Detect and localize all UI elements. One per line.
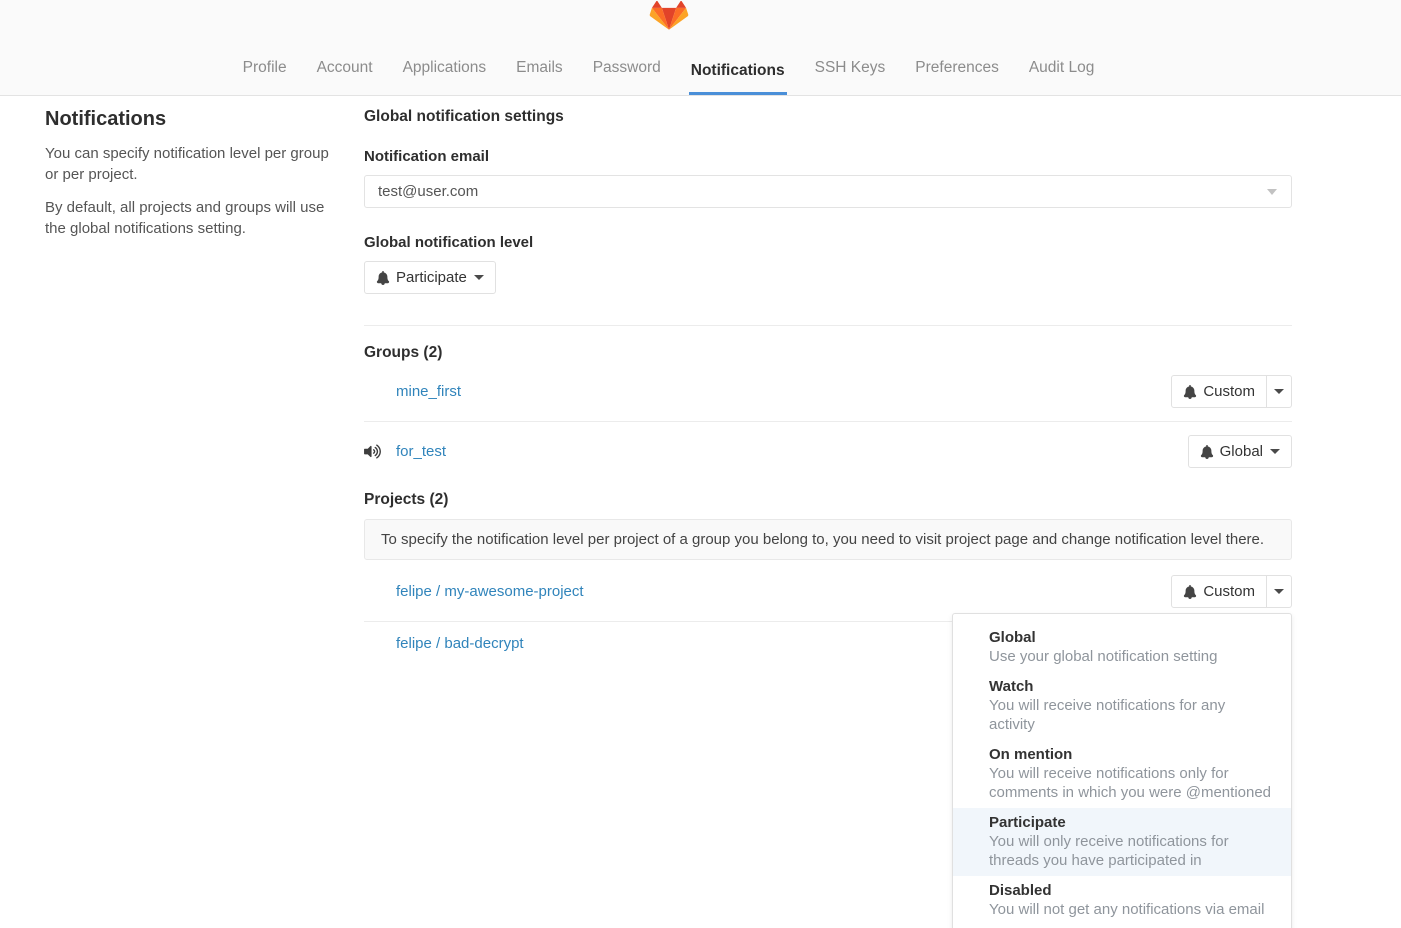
group-level-value: Custom <box>1203 383 1255 400</box>
project-level-value: Custom <box>1203 583 1255 600</box>
dropdown-item-title: Disabled <box>989 881 1275 900</box>
dropdown-item-title: Global <box>989 628 1275 647</box>
tab-password[interactable]: Password <box>591 59 663 95</box>
gitlab-logo <box>45 0 1292 40</box>
bell-icon <box>1200 445 1214 459</box>
groups-heading: Groups (2) <box>364 344 1292 362</box>
project-row: felipe / my-awesome-project Custom Globa… <box>364 562 1292 622</box>
notification-email-label: Notification email <box>364 148 1292 165</box>
project-level-button[interactable]: Custom <box>1171 575 1267 608</box>
tab-account[interactable]: Account <box>315 59 375 95</box>
dropdown-item-desc: Use your global notification setting <box>989 647 1275 666</box>
global-settings-heading: Global notification settings <box>364 108 1292 126</box>
dropdown-item-title: Participate <box>989 813 1275 832</box>
group-row: mine_first Custom <box>364 362 1292 422</box>
project-level-caret-button[interactable] <box>1267 575 1292 608</box>
group-row: for_test Global <box>364 422 1292 481</box>
projects-list: felipe / my-awesome-project Custom Globa… <box>364 562 1292 665</box>
bell-icon <box>1183 585 1197 599</box>
caret-down-icon <box>1274 589 1284 594</box>
sidebar-paragraph: You can specify notification level per g… <box>45 143 330 185</box>
caret-down-icon <box>1274 389 1284 394</box>
tab-profile[interactable]: Profile <box>241 59 289 95</box>
notification-email-value: test@user.com <box>378 183 478 200</box>
tab-preferences[interactable]: Preferences <box>913 59 1001 95</box>
tab-applications[interactable]: Applications <box>401 59 489 95</box>
notifications-page: Notifications You can specify notificati… <box>45 96 1292 665</box>
dropdown-item-desc: You will only receive notifications for … <box>989 832 1275 870</box>
select-caret-icon <box>1267 189 1277 195</box>
groups-list: mine_first Custom for_t <box>364 362 1292 481</box>
projects-notice: To specify the notification level per pr… <box>364 519 1292 560</box>
bell-icon <box>1183 385 1197 399</box>
dropdown-item-participate[interactable]: Participate You will only receive notifi… <box>953 808 1291 876</box>
tab-audit-log[interactable]: Audit Log <box>1027 59 1097 95</box>
dropdown-item-title: Watch <box>989 677 1275 696</box>
tab-ssh-keys[interactable]: SSH Keys <box>813 59 888 95</box>
group-level-caret-button[interactable] <box>1267 375 1292 408</box>
tab-notifications[interactable]: Notifications <box>689 62 787 95</box>
global-level-button[interactable]: Participate <box>364 261 496 294</box>
profile-settings-header: Profile Account Applications Emails Pass… <box>0 0 1401 96</box>
group-level-value: Global <box>1220 443 1263 460</box>
gitlab-tanuki-icon <box>649 1 689 38</box>
caret-down-icon <box>474 275 484 280</box>
dropdown-item-desc: You will receive notifications only for … <box>989 764 1275 802</box>
dropdown-item-global[interactable]: Global Use your global notification sett… <box>953 623 1291 672</box>
project-link-my-awesome-project[interactable]: felipe / my-awesome-project <box>396 583 584 600</box>
volume-up-icon <box>364 444 396 459</box>
sidebar-paragraph: By default, all projects and groups will… <box>45 197 330 239</box>
caret-down-icon <box>1270 449 1280 454</box>
project-link-bad-decrypt[interactable]: felipe / bad-decrypt <box>396 635 524 652</box>
sidebar-description: Notifications You can specify notificati… <box>45 96 364 665</box>
global-level-value: Participate <box>396 269 467 286</box>
global-level-label: Global notification level <box>364 234 1292 251</box>
dropdown-item-watch[interactable]: Watch You will receive notifications for… <box>953 672 1291 740</box>
notification-level-dropdown: Global Use your global notification sett… <box>952 613 1292 928</box>
group-level-button[interactable]: Custom <box>1171 375 1267 408</box>
page-title: Notifications <box>45 108 330 131</box>
dropdown-item-desc: You will not get any notifications via e… <box>989 900 1275 919</box>
notification-settings-form: Global notification settings Notificatio… <box>364 96 1292 665</box>
dropdown-item-title: On mention <box>989 745 1275 764</box>
bell-icon <box>376 271 390 285</box>
notification-email-select[interactable]: test@user.com <box>364 175 1292 208</box>
dropdown-item-desc: You will receive notifications for any a… <box>989 696 1275 734</box>
group-level-button[interactable]: Global <box>1188 435 1292 468</box>
profile-nav-tabs: Profile Account Applications Emails Pass… <box>45 40 1292 95</box>
group-link-mine-first[interactable]: mine_first <box>396 383 461 400</box>
group-link-for-test[interactable]: for_test <box>396 443 446 460</box>
projects-heading: Projects (2) <box>364 491 1292 509</box>
section-divider <box>364 325 1292 326</box>
dropdown-item-disabled[interactable]: Disabled You will not get any notificati… <box>953 876 1291 925</box>
tab-emails[interactable]: Emails <box>514 59 565 95</box>
dropdown-item-on-mention[interactable]: On mention You will receive notification… <box>953 740 1291 808</box>
